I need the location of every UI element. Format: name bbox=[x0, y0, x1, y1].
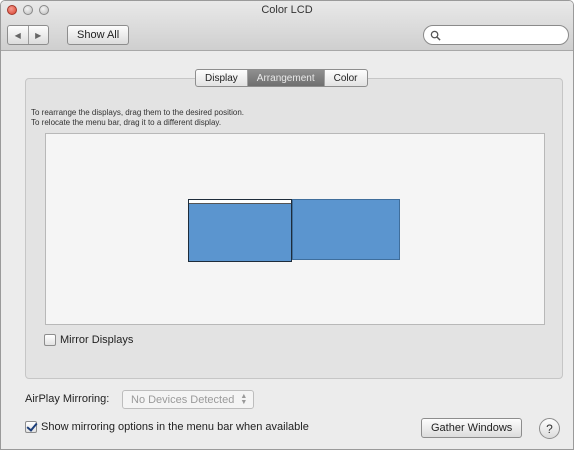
instruction-line: To relocate the menu bar, drag it to a d… bbox=[31, 118, 222, 127]
tab-color[interactable]: Color bbox=[325, 70, 367, 86]
airplay-devices-popup[interactable]: No Devices Detected ▲ ▼ bbox=[122, 390, 255, 409]
mirror-displays-row: Mirror Displays bbox=[44, 334, 133, 346]
back-forward-control: ◀ ▶ bbox=[7, 25, 49, 45]
mirror-displays-label: Mirror Displays bbox=[60, 334, 134, 346]
toolbar: Color LCD ◀ ▶ Show All bbox=[1, 1, 573, 51]
secondary-display[interactable] bbox=[292, 199, 400, 260]
chevron-left-icon[interactable]: ◀ bbox=[8, 26, 29, 44]
search-field[interactable] bbox=[423, 25, 569, 45]
help-button[interactable]: ? bbox=[539, 418, 560, 439]
airplay-selected-value: No Devices Detected bbox=[131, 393, 235, 406]
chevron-right-icon[interactable]: ▶ bbox=[29, 26, 49, 44]
tab-bar: Display Arrangement Color bbox=[195, 69, 368, 87]
show-all-button[interactable]: Show All bbox=[67, 25, 130, 45]
instruction-line: To rearrange the displays, drag them to … bbox=[31, 108, 245, 117]
search-icon bbox=[430, 30, 441, 41]
tab-display[interactable]: Display bbox=[196, 70, 248, 86]
main-display[interactable] bbox=[188, 199, 292, 262]
airplay-mirroring-label: AirPlay Mirroring: bbox=[25, 393, 110, 405]
display-arrangement-area bbox=[45, 133, 545, 325]
tab-arrangement[interactable]: Arrangement bbox=[247, 70, 325, 86]
search-input[interactable] bbox=[443, 29, 553, 41]
show-mirroring-label: Show mirroring options in the menu bar w… bbox=[41, 421, 309, 433]
mirror-displays-checkbox[interactable] bbox=[44, 334, 56, 346]
window-title: Color LCD bbox=[261, 4, 313, 16]
popup-arrows-icon: ▲ ▼ bbox=[240, 392, 248, 406]
instructions: To rearrange the displays, drag them to … bbox=[31, 108, 244, 128]
show-mirroring-row: Show mirroring options in the menu bar w… bbox=[25, 421, 309, 433]
show-mirroring-checkbox[interactable] bbox=[25, 421, 37, 433]
system-preferences-window: Color LCD ◀ ▶ Show All Display Arrangeme… bbox=[0, 0, 574, 450]
menu-bar-indicator[interactable] bbox=[189, 200, 291, 204]
gather-windows-button[interactable]: Gather Windows bbox=[421, 418, 523, 438]
